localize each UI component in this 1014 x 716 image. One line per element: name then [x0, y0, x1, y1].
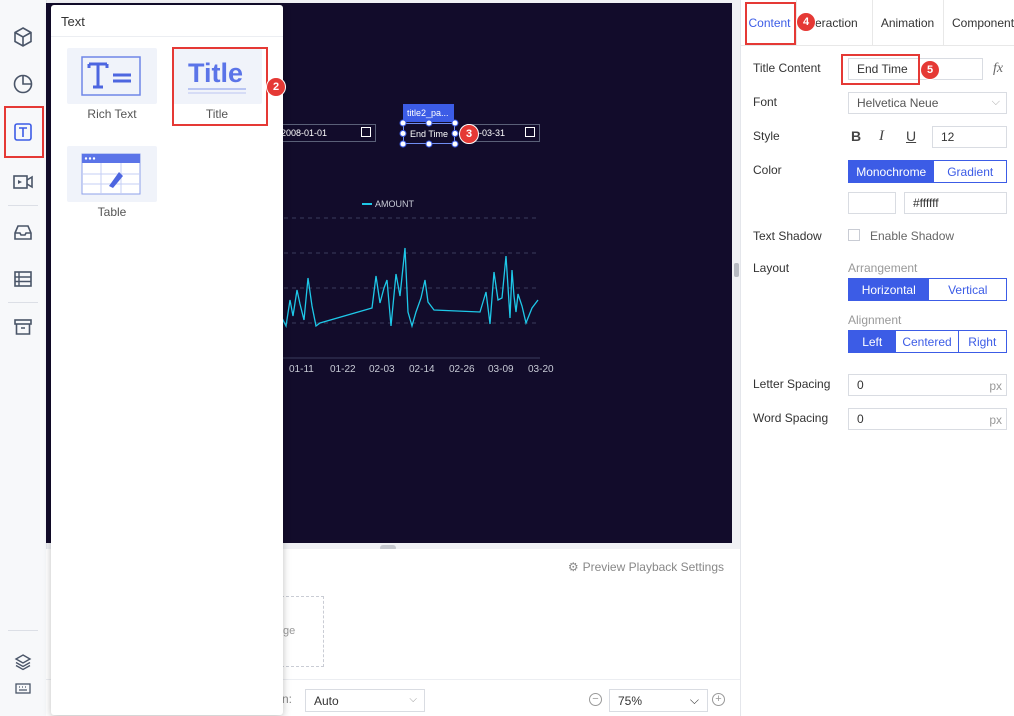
- style-label: Style: [753, 129, 780, 143]
- x-tick: 02-26: [449, 364, 475, 375]
- popup-title: Text: [61, 14, 85, 29]
- table-tile[interactable]: [67, 146, 157, 202]
- step-badge: 3: [459, 124, 479, 144]
- tab-component[interactable]: Component: [943, 0, 1014, 45]
- rich-text-tile[interactable]: [67, 48, 157, 104]
- enable-shadow-checkbox[interactable]: [848, 229, 860, 241]
- alignment-toggle: Left Centered Right: [848, 330, 1007, 353]
- calendar-icon: [525, 127, 535, 137]
- table-icon: [81, 153, 141, 195]
- font-select[interactable]: Helvetica Neue ⌵: [848, 92, 1007, 114]
- alignment-label: Alignment: [848, 313, 902, 327]
- unit-label: px: [989, 379, 1002, 393]
- unit-label: px: [989, 413, 1002, 427]
- word-spacing-input[interactable]: 0 px: [848, 408, 1007, 430]
- x-tick: 02-03: [369, 364, 395, 375]
- title-content-label: Title Content: [753, 61, 821, 75]
- word-spacing-label: Word Spacing: [753, 411, 829, 425]
- archive-icon[interactable]: [9, 313, 37, 341]
- x-tick: 03-20: [528, 364, 554, 375]
- arrangement-toggle: Horizontal Vertical: [848, 278, 1007, 301]
- color-hex-input[interactable]: #ffffff: [904, 192, 1007, 214]
- zoom-select[interactable]: 75% ⌵: [609, 689, 708, 712]
- line-chart: [276, 217, 540, 359]
- text-component-popup: Text Rich Text Title Title Table: [51, 5, 283, 715]
- cube-icon[interactable]: [9, 23, 37, 51]
- video-icon[interactable]: [9, 168, 37, 196]
- font-label: Font: [753, 95, 778, 109]
- italic-button[interactable]: I: [879, 128, 884, 145]
- selection-handles[interactable]: [398, 118, 462, 150]
- align-right-option[interactable]: Right: [957, 331, 1006, 352]
- color-mode-toggle: Monochrome Gradient: [848, 160, 1007, 183]
- chevron-down-icon: ⌵: [991, 96, 1000, 108]
- letter-spacing-input[interactable]: 0 px: [848, 374, 1007, 396]
- horizontal-option[interactable]: Horizontal: [849, 279, 929, 300]
- panel-resize-handle[interactable]: [734, 263, 739, 277]
- properties-panel: Content nteraction Animation Component 4…: [741, 0, 1014, 716]
- step-badge: 2: [266, 77, 286, 97]
- x-tick: 01-11: [289, 364, 314, 375]
- tab-animation[interactable]: Animation: [872, 0, 944, 45]
- gradient-option[interactable]: Gradient: [933, 161, 1006, 182]
- step-badge: 4: [796, 12, 816, 32]
- keyboard-icon[interactable]: [9, 674, 37, 702]
- divider: [8, 630, 38, 631]
- pie-chart-icon[interactable]: [9, 70, 37, 98]
- highlight-text-icon: [4, 106, 44, 158]
- zoom-out-icon[interactable]: −: [589, 693, 602, 706]
- underline-button[interactable]: U: [906, 128, 916, 144]
- divider: [741, 45, 1014, 46]
- layers-icon[interactable]: [9, 648, 37, 676]
- chevron-down-icon: ⌵: [689, 693, 699, 707]
- align-centered-option[interactable]: Centered: [895, 331, 958, 352]
- x-tick: 01-22: [330, 364, 356, 375]
- font-size-input[interactable]: 12: [932, 126, 1007, 148]
- playback-mode-select[interactable]: Auto ⌵: [305, 689, 425, 712]
- legend-swatch: [362, 203, 372, 205]
- layout-label: Layout: [753, 261, 790, 275]
- divider: [8, 302, 38, 303]
- chevron-down-icon: ⌵: [409, 694, 417, 705]
- bold-button[interactable]: B: [851, 128, 861, 144]
- letter-spacing-label: Letter Spacing: [753, 377, 831, 391]
- highlight-title-content: [841, 54, 920, 85]
- rich-text-icon: [81, 56, 141, 96]
- highlight-title-tile: [172, 47, 268, 126]
- vertical-option[interactable]: Vertical: [928, 279, 1006, 300]
- enable-shadow-label: Enable Shadow: [870, 229, 955, 243]
- color-label: Color: [753, 163, 782, 177]
- series-line-amount: [276, 247, 539, 329]
- monochrome-option[interactable]: Monochrome: [849, 161, 934, 182]
- x-tick: 02-14: [409, 364, 435, 375]
- color-swatch[interactable]: [848, 192, 896, 214]
- zoom-in-icon[interactable]: +: [712, 693, 725, 706]
- gear-icon: ⚙: [567, 560, 579, 574]
- step-badge: 5: [920, 60, 940, 80]
- arrangement-label: Arrangement: [848, 261, 918, 275]
- layout-icon[interactable]: [9, 265, 37, 293]
- inbox-icon[interactable]: [9, 218, 37, 246]
- x-tick: 03-09: [488, 364, 514, 375]
- divider: [51, 36, 283, 37]
- align-left-option[interactable]: Left: [849, 331, 896, 352]
- fx-icon[interactable]: fx: [993, 61, 1003, 77]
- start-date-input[interactable]: 2008-01-01: [276, 124, 376, 142]
- preview-playback-settings-link[interactable]: ⚙ Preview Playback Settings: [568, 560, 724, 574]
- calendar-icon: [361, 127, 371, 137]
- divider: [8, 205, 38, 206]
- highlight-content-tab: [745, 2, 796, 45]
- text-shadow-label: Text Shadow: [753, 229, 822, 243]
